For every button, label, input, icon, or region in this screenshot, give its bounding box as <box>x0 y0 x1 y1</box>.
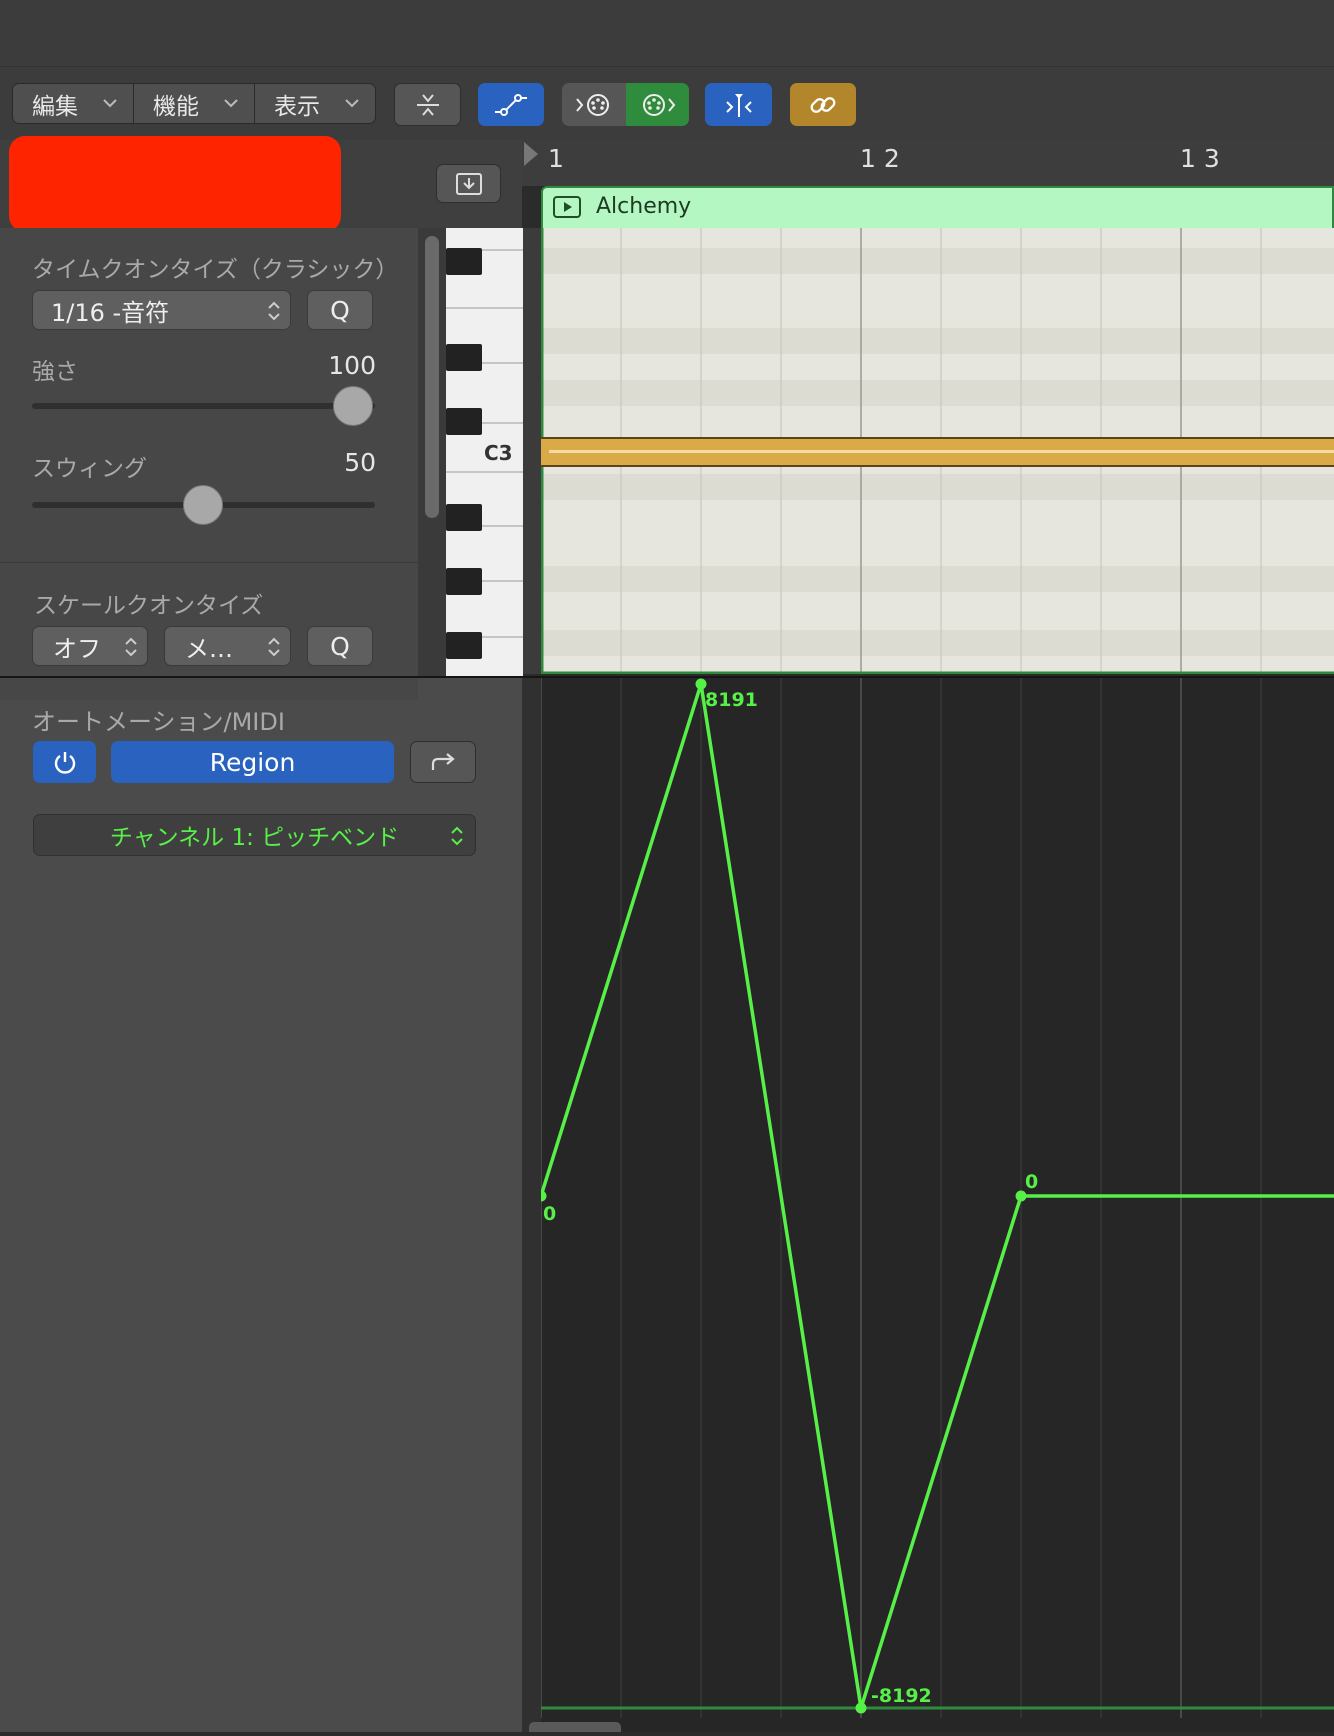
timeline-ruler[interactable]: 1 1 2 1 3 <box>522 140 1334 186</box>
scale-quantize-title: スケールクオンタイズ <box>34 593 264 619</box>
automation-node[interactable] <box>855 1702 867 1714</box>
automation-power-button[interactable] <box>33 741 96 783</box>
updown-chevron-icon <box>451 826 463 846</box>
catch-playhead-button[interactable] <box>705 83 772 126</box>
automation-node-label: -8192 <box>871 1685 932 1707</box>
view-menu[interactable]: 表示 <box>254 83 376 124</box>
midi-note-bar[interactable] <box>541 437 1334 467</box>
power-icon <box>54 752 75 774</box>
time-quantize-q-button[interactable]: Q <box>307 290 373 330</box>
automation-forward-button[interactable] <box>410 741 476 783</box>
pitch-bend-curve[interactable] <box>539 683 1334 1709</box>
automation-parameter-popup[interactable]: チャンネル 1: ピッチベンド <box>33 814 476 856</box>
updown-chevron-icon <box>268 637 280 657</box>
edit-menu[interactable]: 編集 <box>12 83 134 124</box>
automation-curve-button[interactable] <box>478 83 544 126</box>
functions-menu[interactable]: 機能 <box>133 83 255 124</box>
automation-node-label: 0 <box>543 1203 556 1225</box>
chevron-down-icon <box>224 99 238 108</box>
swing-label: スウィング <box>32 456 147 482</box>
edit-menu-label: 編集 <box>32 93 78 120</box>
scale-mode-label: メ… <box>185 634 233 663</box>
midi-out-button[interactable] <box>626 83 689 126</box>
region-header[interactable]: Alchemy <box>541 186 1334 228</box>
region-name: Alchemy <box>596 194 692 219</box>
forward-arrow-icon <box>431 753 455 770</box>
automation-title: オートメーション/MIDI <box>32 708 285 736</box>
inspector-scrollbar[interactable] <box>418 228 446 676</box>
midi-out-icon <box>642 93 675 116</box>
horizontal-scrollbar-thumb[interactable] <box>529 1722 621 1732</box>
functions-menu-label: 機能 <box>153 93 199 120</box>
scale-quantize-q-button[interactable]: Q <box>307 626 373 666</box>
title-separator <box>0 66 1334 67</box>
play-icon <box>553 196 581 218</box>
automation-parameter-label: チャンネル 1: ピッチベンド <box>109 825 400 851</box>
automation-curve-icon <box>495 93 527 116</box>
scale-root-popup[interactable]: オフ <box>32 626 148 666</box>
view-menu-label: 表示 <box>274 93 320 120</box>
automation-node[interactable] <box>535 1190 547 1202</box>
scale-mode-popup[interactable]: メ… <box>164 626 291 666</box>
inspector-panel: タイムクオンタイズ（クラシック） 1/16 -音符 Q 強さ 100 スウィング… <box>0 136 522 1732</box>
strength-label: 強さ <box>32 359 78 385</box>
redacted-area <box>9 136 341 232</box>
automation-node-label: 8191 <box>705 689 758 711</box>
link-button[interactable] <box>790 83 856 126</box>
piano-keyboard[interactable]: C3 <box>446 228 523 676</box>
ruler-label-1: 1 <box>548 144 564 173</box>
automation-region-button[interactable]: Region <box>111 741 394 783</box>
strength-value: 100 <box>328 351 376 380</box>
scale-root-label: オフ <box>53 634 101 663</box>
automation-node-label: 0 <box>1025 1171 1038 1193</box>
swing-slider-knob[interactable] <box>182 485 223 525</box>
ruler-label-3: 1 3 <box>1180 144 1220 173</box>
strength-slider[interactable] <box>32 386 375 426</box>
c3-key-label: C3 <box>484 441 513 465</box>
collapse-button[interactable] <box>394 83 461 126</box>
quantize-value-label: 1/16 -音符 <box>51 298 170 327</box>
updown-chevron-icon <box>268 301 280 321</box>
toolbar: 編集 機能 表示 <box>0 0 1334 140</box>
automation-graphic: 0 8191 -8192 0 <box>535 678 1334 1718</box>
section-divider <box>0 562 418 563</box>
chevron-down-icon <box>103 99 117 108</box>
swing-slider[interactable] <box>32 485 375 525</box>
catch-playhead-icon <box>725 93 752 117</box>
download-icon <box>455 172 482 195</box>
automation-node[interactable] <box>695 678 707 690</box>
strength-slider-track <box>32 403 375 409</box>
download-button[interactable] <box>436 164 501 203</box>
piano-roll-grid[interactable] <box>541 228 1334 674</box>
swing-value: 50 <box>344 448 376 477</box>
keyboard-gutter <box>523 228 541 674</box>
midi-in-icon <box>576 93 609 116</box>
quantize-value-popup[interactable]: 1/16 -音符 <box>32 290 291 330</box>
midi-in-button[interactable] <box>562 83 626 126</box>
midi-note-velocity-line <box>549 450 1334 453</box>
ruler-label-2: 1 2 <box>860 144 900 173</box>
collapse-icon <box>416 93 439 116</box>
strength-slider-knob[interactable] <box>333 386 373 426</box>
inspector-scrollbar-thumb[interactable] <box>425 236 439 518</box>
time-quantize-title: タイムクオンタイズ（クラシック） <box>32 257 387 283</box>
automation-lane[interactable]: 0 8191 -8192 0 <box>529 678 1334 1732</box>
updown-chevron-icon <box>125 637 137 657</box>
link-icon <box>810 96 836 113</box>
playhead-marker-icon <box>524 142 538 166</box>
chevron-down-icon <box>345 99 359 108</box>
automation-gutter <box>522 678 541 1732</box>
